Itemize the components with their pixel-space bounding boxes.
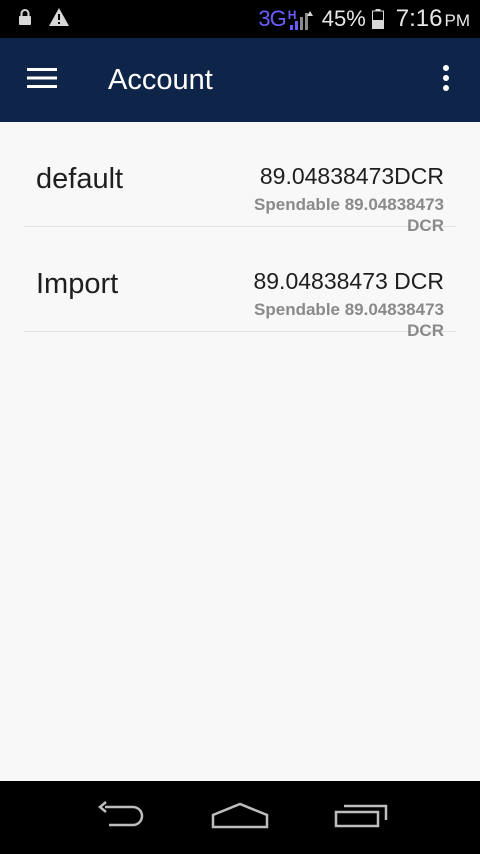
clock: 7:16 PM — [396, 5, 470, 33]
account-list: default 89.04838473DCR Spendable 89.0483… — [0, 122, 480, 340]
overflow-menu-icon — [442, 64, 450, 96]
back-icon — [93, 800, 147, 834]
recent-apps-icon — [334, 800, 390, 835]
overflow-menu-button[interactable] — [426, 58, 466, 102]
signal-icon: H — [288, 7, 314, 31]
recent-apps-button[interactable] — [330, 795, 394, 839]
account-name: Import — [36, 268, 119, 300]
page-title: Account — [108, 64, 213, 96]
app-screen: 3G H 45% 7:16 PM Account default 89.0483… — [0, 0, 480, 854]
battery-percent: 45% — [321, 6, 366, 31]
app-bar: Account — [0, 38, 480, 122]
back-button[interactable] — [88, 795, 152, 839]
navigation-bar — [0, 781, 480, 854]
account-row-default[interactable]: default 89.04838473DCR Spendable 89.0483… — [24, 122, 456, 235]
warning-icon — [48, 7, 70, 32]
menu-button[interactable] — [14, 58, 70, 102]
account-balance: 89.04838473DCR — [259, 163, 444, 189]
status-bar: 3G H 45% 7:16 PM — [0, 0, 480, 38]
home-button[interactable] — [208, 795, 272, 839]
notification-icons — [18, 7, 70, 32]
clock-time: 7:16 — [395, 5, 443, 32]
clock-ampm: PM — [444, 11, 471, 30]
account-spendable: Spendable 89.04838473 DCR — [254, 300, 444, 340]
system-indicators: 3G H 45% 7:16 PM — [258, 0, 470, 38]
battery-icon — [371, 9, 384, 29]
network-type-label: 3G — [258, 6, 286, 31]
hamburger-menu-icon — [27, 67, 57, 94]
lock-icon — [18, 8, 32, 31]
account-row-import[interactable]: Import 89.04838473 DCR Spendable 89.0483… — [24, 227, 456, 340]
home-icon — [211, 801, 269, 834]
account-balance: 89.04838473 DCR — [253, 268, 444, 294]
account-name: default — [36, 163, 124, 195]
